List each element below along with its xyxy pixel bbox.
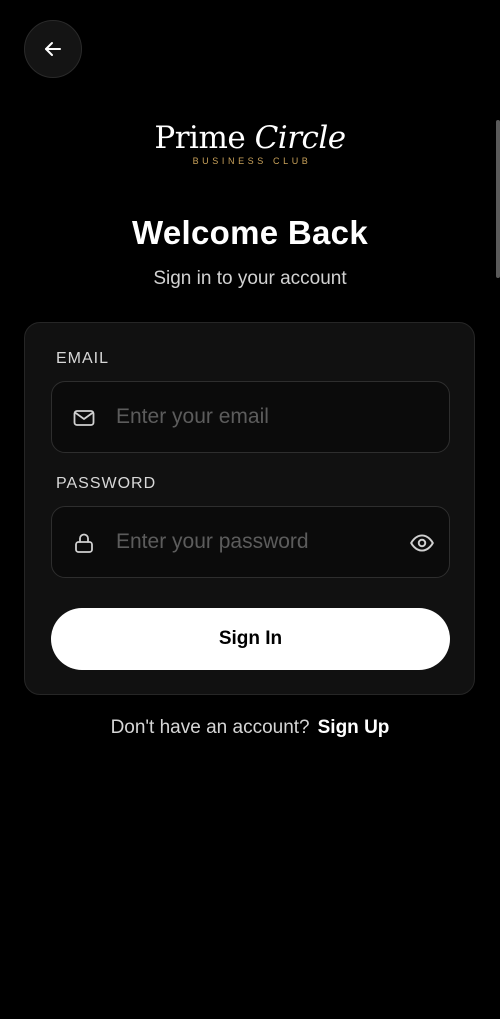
email-label: EMAIL — [56, 350, 110, 367]
back-button[interactable] — [24, 20, 82, 78]
email-input[interactable] — [116, 382, 396, 452]
login-form-card: EMAIL PASSWORD Sign In — [24, 322, 475, 695]
page-title: Welcome Back — [132, 214, 368, 251]
brand-logo: Prime Circle BUSINESS CLUB — [0, 118, 500, 166]
email-field-container[interactable] — [51, 381, 450, 453]
logo-tagline: BUSINESS CLUB — [192, 156, 312, 166]
password-input[interactable] — [116, 507, 396, 577]
lock-icon — [75, 533, 93, 553]
page-subtitle: Sign in to your account — [153, 268, 347, 289]
signup-prompt-text: Don't have an account? — [110, 717, 310, 738]
logo-word-circle: Circle — [254, 120, 347, 156]
password-field-container[interactable] — [51, 506, 450, 578]
arrow-left-icon — [45, 42, 61, 56]
sign-up-link[interactable]: Sign Up — [318, 717, 390, 738]
password-label: PASSWORD — [56, 475, 157, 492]
mail-icon — [73, 410, 95, 426]
eye-icon[interactable] — [409, 530, 435, 556]
logo-wordmark: Prime Circle — [0, 118, 500, 158]
signup-prompt: Don't have an account? Sign Up — [0, 717, 500, 739]
logo-word-prime: Prime — [154, 120, 246, 156]
login-screen: Prime Circle BUSINESS CLUB Welcome Back … — [0, 0, 500, 1019]
sign-in-button[interactable]: Sign In — [51, 608, 450, 670]
